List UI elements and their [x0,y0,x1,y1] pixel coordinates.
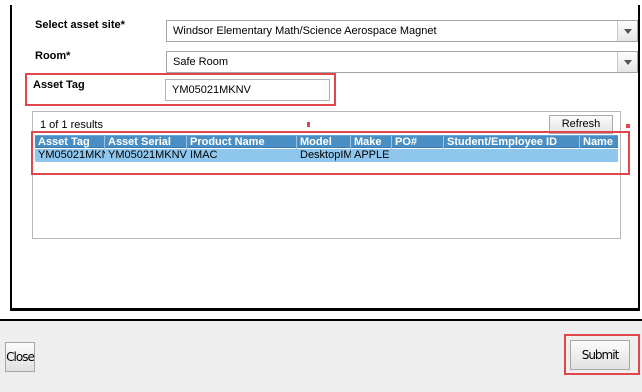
close-button[interactable]: Close [5,342,35,372]
column-header-asset-tag[interactable]: Asset Tag [35,136,105,149]
highlight-marker [307,122,310,127]
asset-lookup-form: Select asset site* Windsor Elementary Ma… [10,5,640,311]
row-po [392,149,444,162]
site-label: Select asset site* [35,19,125,31]
site-select[interactable]: Windsor Elementary Math/Science Aerospac… [166,20,638,42]
column-header-po[interactable]: PO# [392,136,444,149]
column-header-model[interactable]: Model [297,136,351,149]
submit-button[interactable]: Submit [570,340,630,370]
room-select-value: Safe Room [173,56,229,68]
row-asset-serial: YM05021MKNV [108,149,187,161]
column-header-student-employee-id[interactable]: Student/Employee ID [444,136,580,149]
results-count: 1 of 1 results [40,119,103,131]
room-select[interactable]: Safe Room [166,51,638,73]
highlight-marker [626,124,630,128]
row-make: APPLE [354,149,390,161]
results-panel: 1 of 1 results Refresh Asset Tag Asset S… [32,111,621,239]
asset-tag-input[interactable] [165,79,330,101]
chevron-down-icon[interactable] [617,52,637,72]
room-label: Room* [35,50,71,62]
chevron-down-icon[interactable] [617,21,637,41]
row-product-name: IMAC [190,149,218,161]
row-student-employee-id [444,149,580,162]
table-row[interactable]: YM05021MKNV YM05021MKNV IMAC DesktopIMac… [35,149,618,162]
column-header-product-name[interactable]: Product Name [187,136,297,149]
column-header-make[interactable]: Make [351,136,392,149]
column-header-name[interactable]: Name [580,136,618,149]
dialog-footer: Close Submit [0,319,642,392]
site-select-value: Windsor Elementary Math/Science Aerospac… [173,25,437,37]
row-asset-tag: YM05021MKNV [38,149,105,161]
row-name [580,149,618,162]
refresh-button[interactable]: Refresh [549,115,613,134]
column-header-asset-serial[interactable]: Asset Serial [105,136,187,149]
asset-tag-label: Asset Tag [33,79,85,91]
row-model: DesktopIMac [300,149,351,161]
results-grid-header: Asset Tag Asset Serial Product Name Mode… [35,135,618,149]
